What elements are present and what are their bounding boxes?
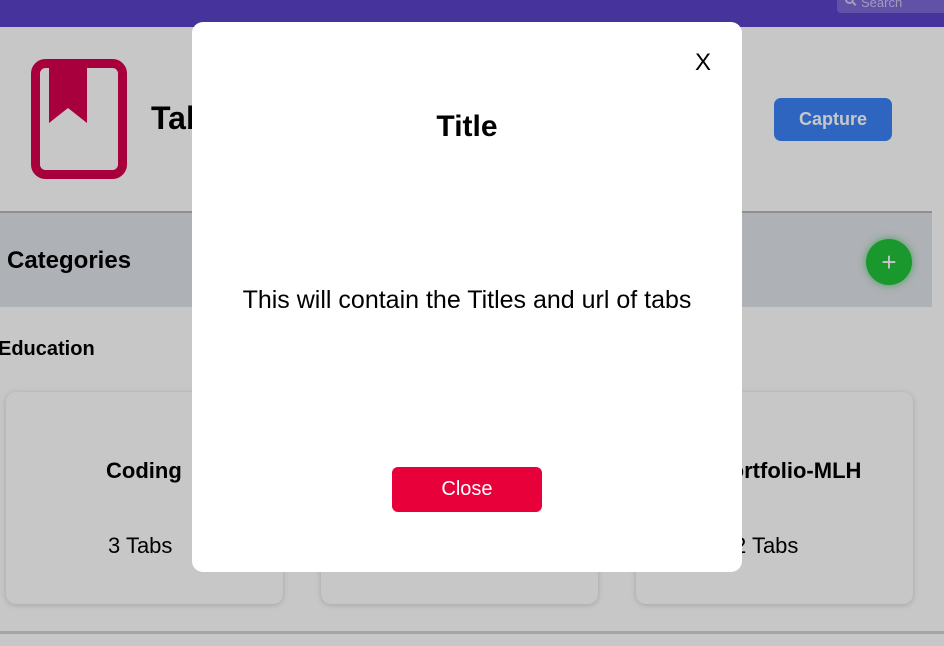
modal-close-button[interactable]: Close <box>392 467 542 512</box>
page: Search Tabs Capture Categories + Educati… <box>0 0 944 646</box>
tabs-modal: X Title This will contain the Titles and… <box>192 22 742 572</box>
modal-body-text: This will contain the Titles and url of … <box>242 286 692 314</box>
close-icon[interactable]: X <box>688 48 718 78</box>
modal-title: Title <box>436 110 498 143</box>
